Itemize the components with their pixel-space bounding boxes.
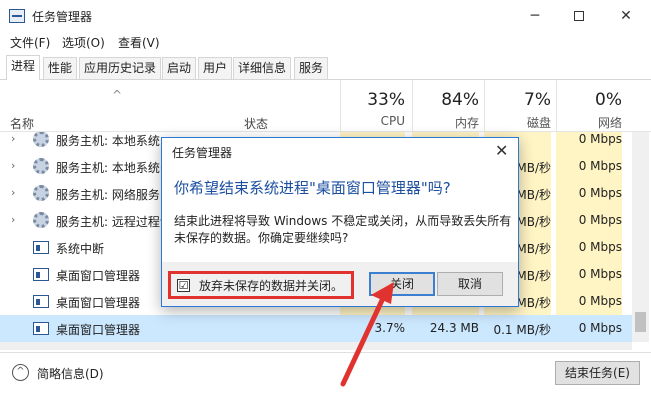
window-icon xyxy=(33,268,49,281)
tab-services[interactable]: 服务 xyxy=(294,57,329,79)
shutdown-button[interactable]: 关闭 xyxy=(369,272,435,296)
fewer-details-link[interactable]: 简略信息(D) xyxy=(37,365,104,382)
process-name: 服务主机: 本地系统( xyxy=(56,161,165,175)
window-title: 任务管理器 xyxy=(32,10,93,24)
expand-chevron-icon[interactable]: › xyxy=(11,213,15,226)
process-network: 0 Mbps xyxy=(578,267,622,281)
window-icon xyxy=(33,295,49,308)
cpu-label: CPU xyxy=(380,114,405,128)
process-name: 系统中断 xyxy=(56,242,105,256)
tab-performance[interactable]: 性能 xyxy=(43,57,78,79)
cancel-button[interactable]: 取消 xyxy=(437,272,503,296)
column-network[interactable]: 0% 网络 xyxy=(556,90,622,131)
confirm-dialog: 任务管理器 ✕ 你希望结束系统进程"桌面窗口管理器"吗? 结束此进程将导致 Wi… xyxy=(161,137,519,307)
disk-label: 磁盘 xyxy=(526,116,551,130)
column-header: ^ 名称 状态 33% CPU 84% 内存 7% 磁盘 0% 网络 xyxy=(0,80,651,132)
tab-processes[interactable]: 进程 xyxy=(6,55,41,80)
expand-chevron-icon[interactable]: › xyxy=(11,186,15,199)
process-name: 桌面窗口管理器 xyxy=(56,296,141,310)
expand-chevron-icon[interactable]: › xyxy=(11,132,15,145)
process-network: 0 Mbps xyxy=(578,213,622,227)
scrollbar-thumb[interactable] xyxy=(635,312,646,332)
process-network: 0 Mbps xyxy=(578,240,622,254)
column-memory[interactable]: 84% 内存 xyxy=(412,90,479,131)
maximize-button[interactable] xyxy=(556,0,602,32)
abandon-data-checkbox-highlight[interactable]: ☑ 放弃未保存的数据并关闭。 xyxy=(168,271,354,299)
gear-icon xyxy=(33,212,49,228)
network-label: 网络 xyxy=(597,116,622,130)
process-disk: 0.1 MB/秒 xyxy=(493,323,551,337)
dialog-message: 结束此进程将导致 Windows 不稳定或关闭，从而导致丢失所有未保存的数据。你… xyxy=(174,214,512,245)
column-disk[interactable]: 7% 磁盘 xyxy=(484,90,551,131)
process-memory: 24.3 MB xyxy=(429,321,479,335)
process-cpu: 3.7% xyxy=(374,321,406,335)
dialog-heading: 你希望结束系统进程"桌面窗口管理器"吗? xyxy=(174,179,451,197)
process-network: 0 Mbps xyxy=(578,294,622,308)
process-name: 桌面窗口管理器 xyxy=(56,323,141,337)
dialog-title: 任务管理器 xyxy=(172,146,233,160)
menu-file[interactable]: 文件(F) xyxy=(10,34,50,51)
window-icon xyxy=(33,241,49,254)
network-percent: 0% xyxy=(595,90,622,110)
process-network: 0 Mbps xyxy=(578,132,622,146)
window-icon xyxy=(33,322,49,335)
task-manager-icon xyxy=(9,9,25,23)
tab-startup[interactable]: 启动 xyxy=(162,57,197,79)
process-network: 0 Mbps xyxy=(578,186,622,200)
sort-up-icon: ^ xyxy=(112,88,123,102)
gear-icon xyxy=(33,185,49,201)
tab-users[interactable]: 用户 xyxy=(198,57,233,79)
footer-bar: ^ 简略信息(D) 结束任务(E) xyxy=(0,352,651,401)
title-bar: 任务管理器 ─ ✕ xyxy=(0,0,651,32)
process-name: 服务主机: 本地系统 xyxy=(56,134,160,148)
abandon-data-checkbox-label[interactable]: 放弃未保存的数据并关闭。 xyxy=(199,277,343,294)
horizontal-scrollbar[interactable] xyxy=(0,342,632,350)
process-network: 0 Mbps xyxy=(578,159,622,173)
menu-bar: 文件(F) 选项(O) 查看(V) xyxy=(0,32,651,52)
end-task-button[interactable]: 结束任务(E) xyxy=(555,361,640,385)
column-name[interactable]: 名称 xyxy=(10,115,34,132)
memory-label: 内存 xyxy=(454,116,479,130)
tab-details[interactable]: 详细信息 xyxy=(233,57,292,79)
menu-view[interactable]: 查看(V) xyxy=(118,34,160,51)
minimize-button[interactable]: ─ xyxy=(512,0,558,32)
menu-options[interactable]: 选项(O) xyxy=(62,34,105,51)
tab-app-history[interactable]: 应用历史记录 xyxy=(79,57,162,79)
collapse-icon[interactable]: ^ xyxy=(12,364,29,381)
maximize-icon xyxy=(574,11,584,21)
vertical-scrollbar[interactable] xyxy=(632,132,649,342)
process-network: 0 Mbps xyxy=(578,321,622,335)
expand-chevron-icon[interactable]: › xyxy=(11,159,15,172)
disk-percent: 7% xyxy=(524,90,551,110)
process-name: 服务主机: 远程过程调 xyxy=(56,215,172,229)
gear-icon xyxy=(33,158,49,174)
column-cpu[interactable]: 33% CPU xyxy=(340,90,405,128)
tab-bar: 进程 性能 应用历史记录 启动 用户 详细信息 服务 xyxy=(0,55,651,80)
process-row[interactable]: 桌面窗口管理器 3.7% 24.3 MB 0.1 MB/秒 0 Mbps xyxy=(0,315,632,342)
process-name: 服务主机: 网络服务 xyxy=(56,188,160,202)
dialog-button-area: ☑ 放弃未保存的数据并关闭。 关闭 取消 xyxy=(162,262,518,306)
process-name: 桌面窗口管理器 xyxy=(56,269,141,283)
cpu-percent: 33% xyxy=(367,90,405,110)
memory-percent: 84% xyxy=(441,90,479,110)
column-status[interactable]: 状态 xyxy=(244,115,268,132)
dialog-close-icon[interactable]: ✕ xyxy=(495,141,508,160)
gear-icon xyxy=(33,132,49,147)
checkbox-checked-icon[interactable]: ☑ xyxy=(177,279,190,292)
close-window-button[interactable]: ✕ xyxy=(603,0,649,32)
